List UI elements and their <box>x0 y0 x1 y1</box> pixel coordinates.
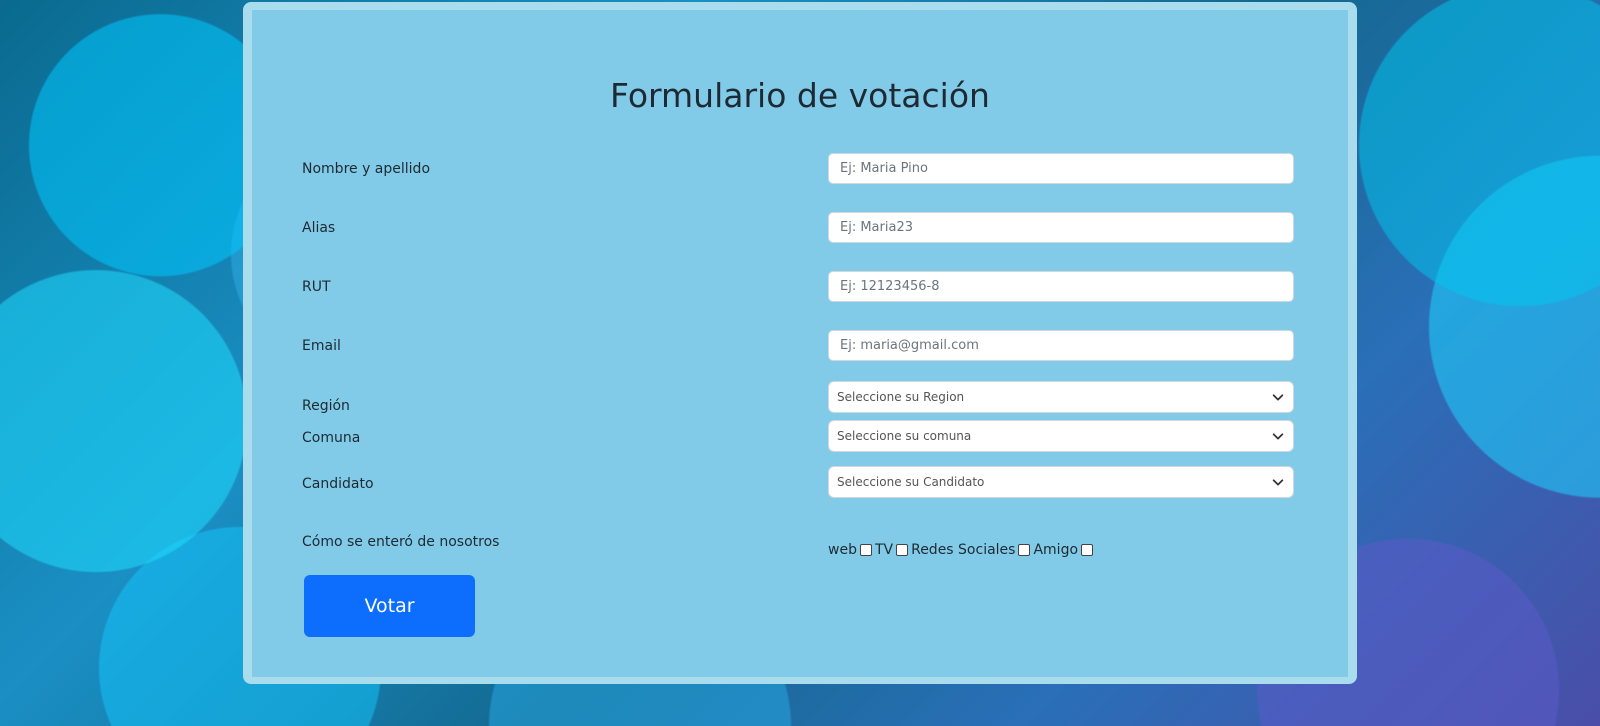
alias-input[interactable] <box>828 212 1294 243</box>
comuna-label: Comuna <box>302 430 361 446</box>
rut-label: RUT <box>302 279 331 295</box>
region-label: Región <box>302 398 350 414</box>
source-options: web TV Redes Sociales Amigo <box>828 542 1096 558</box>
option-amigo-checkbox[interactable] <box>1081 544 1094 556</box>
option-redes-checkbox[interactable] <box>1018 544 1031 556</box>
region-select-value: Seleccione su Region <box>837 390 965 404</box>
comuna-select[interactable]: Seleccione su comuna <box>828 420 1294 452</box>
source-label: Cómo se enteró de nosotros <box>302 534 500 550</box>
option-web-checkbox[interactable] <box>859 544 872 556</box>
candidato-label: Candidato <box>302 476 374 492</box>
chevron-down-icon <box>1272 394 1284 401</box>
candidato-select[interactable]: Seleccione su Candidato <box>828 466 1294 498</box>
voting-form: Formulario de votación Nombre y apellido… <box>252 10 1348 677</box>
rut-input[interactable] <box>828 271 1294 302</box>
region-select[interactable]: Seleccione su Region <box>828 381 1294 413</box>
vote-button[interactable]: Votar <box>304 575 475 637</box>
chevron-down-icon <box>1272 433 1284 440</box>
alias-label: Alias <box>302 220 336 236</box>
option-web-label: web <box>828 542 857 558</box>
form-title: Formulario de votación <box>610 76 990 115</box>
email-label: Email <box>302 338 341 354</box>
candidato-select-value: Seleccione su Candidato <box>837 475 985 489</box>
name-input[interactable] <box>828 153 1294 184</box>
option-redes-label: Redes Sociales <box>911 542 1016 558</box>
option-tv-checkbox[interactable] <box>896 544 909 556</box>
chevron-down-icon <box>1272 479 1284 486</box>
comuna-select-value: Seleccione su comuna <box>837 429 972 443</box>
option-amigo-label: Amigo <box>1033 542 1079 558</box>
option-tv-label: TV <box>874 542 894 558</box>
name-label: Nombre y apellido <box>302 161 431 177</box>
email-input[interactable] <box>828 330 1294 361</box>
